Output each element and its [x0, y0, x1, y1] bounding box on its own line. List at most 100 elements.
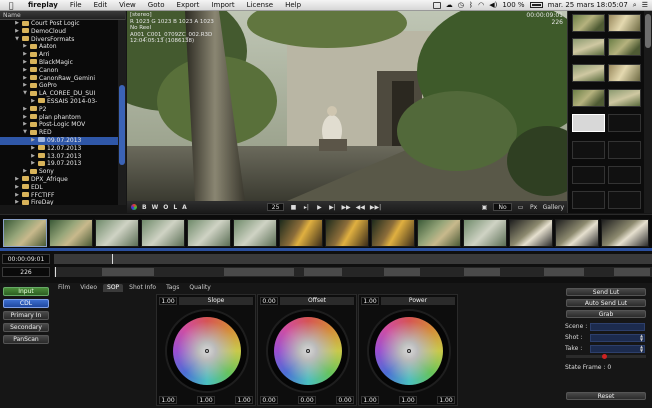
disclosure-open-icon[interactable]: ▼ [14, 36, 20, 44]
tree-item[interactable]: ▶ FireDay [0, 199, 118, 205]
gallery-scroll-thumb[interactable] [645, 14, 651, 48]
menu-export[interactable]: Export [171, 1, 206, 9]
tree-item[interactable]: ▶ P2 [0, 106, 118, 114]
lock-icon[interactable]: ▣ [480, 204, 488, 211]
gallery-thumb[interactable] [572, 64, 605, 82]
clock-status-icon[interactable]: ◷ [458, 1, 464, 9]
disclosure-closed-icon[interactable]: ▶ [14, 28, 20, 36]
send-lut-button[interactable]: Send Lut [566, 288, 646, 296]
browser-header[interactable]: Name [0, 11, 125, 20]
browser-scrollbar[interactable] [118, 20, 126, 205]
tab-tags[interactable]: Tags [162, 284, 183, 292]
gallery-thumb-empty[interactable] [608, 141, 641, 159]
disclosure-closed-icon[interactable]: ▶ [22, 75, 28, 83]
filmstrip[interactable] [0, 214, 652, 251]
panscan-button[interactable]: PanScan [3, 335, 49, 344]
tree-item[interactable]: ▶ 09.07.2013 [0, 136, 118, 145]
overlay-select[interactable]: No [493, 203, 512, 211]
filmstrip-frame[interactable] [325, 219, 369, 247]
disclosure-closed-icon[interactable]: ▶ [30, 137, 36, 145]
menu-edit[interactable]: Edit [88, 1, 114, 9]
tree-item[interactable]: ▶ Court Post Logic [0, 20, 118, 28]
filmstrip-frame[interactable] [509, 219, 553, 247]
image-viewer[interactable]: [stereo] R 1023 G 1023 B 1023 A 1023 No … [127, 11, 567, 201]
offset-g-value[interactable]: 0.00 [298, 396, 316, 404]
tree-item[interactable]: ▶ 19.07.2013 [0, 160, 118, 168]
gallery-thumb-empty[interactable] [608, 166, 641, 184]
volume-icon[interactable]: ◀) [489, 1, 497, 9]
power-g-value[interactable]: 1.00 [399, 396, 417, 404]
tab-film[interactable]: Film [54, 284, 74, 292]
tree-item[interactable]: ▶ plan phantom [0, 114, 118, 122]
playhead[interactable] [112, 254, 113, 264]
menu-license[interactable]: License [241, 1, 279, 9]
filmstrip-frame[interactable] [463, 219, 507, 247]
tray-icon[interactable] [432, 1, 441, 9]
disclosure-open-icon[interactable]: ▼ [22, 90, 28, 98]
filmstrip-frame[interactable] [417, 219, 461, 247]
filmstrip-frame[interactable] [95, 219, 139, 247]
take-field[interactable] [590, 345, 645, 353]
tab-quality[interactable]: Quality [185, 284, 214, 292]
fast-forward-icon[interactable]: ▶▶ [341, 204, 350, 211]
px-toggle[interactable]: Px [530, 204, 538, 211]
shot-stepper[interactable]: ▲ ▼ [640, 334, 643, 342]
wifi-icon[interactable]: ◠ [478, 1, 484, 9]
disclosure-closed-icon[interactable]: ▶ [14, 20, 20, 28]
filmstrip-frame[interactable] [3, 219, 47, 247]
grab-button[interactable]: Grab [566, 310, 646, 318]
menu-import[interactable]: Import [205, 1, 240, 9]
disclosure-closed-icon[interactable]: ▶ [22, 168, 28, 176]
disclosure-closed-icon[interactable]: ▶ [22, 43, 28, 51]
slope-r-value[interactable]: 1.00 [159, 396, 177, 404]
power-r-value[interactable]: 1.00 [361, 396, 379, 404]
disclosure-closed-icon[interactable]: ▶ [22, 121, 28, 129]
frame-field[interactable]: 226 [2, 267, 50, 277]
gallery-thumb[interactable] [572, 38, 605, 56]
gallery-thumb-empty[interactable] [608, 114, 641, 132]
gallery-button[interactable]: Gallery [543, 204, 567, 211]
channel-l[interactable]: L [173, 204, 177, 211]
tree-item[interactable]: ▶ BlackMagic [0, 59, 118, 67]
auto-send-lut-button[interactable]: Auto Send Lut [566, 299, 646, 307]
aspect-icon[interactable]: ▭ [517, 204, 525, 211]
list-icon[interactable]: ☰ [642, 1, 648, 9]
tree-item[interactable]: ▶ EDL [0, 184, 118, 192]
app-menu[interactable]: fireplay [22, 1, 64, 9]
slope-b-value[interactable]: 1.00 [235, 396, 253, 404]
input-button[interactable]: Input [3, 287, 49, 296]
rewind-icon[interactable]: ◀◀ [356, 204, 365, 211]
gallery-thumb[interactable] [608, 14, 641, 32]
filmstrip-frame[interactable] [49, 219, 93, 247]
disclosure-open-icon[interactable]: ▼ [22, 129, 28, 137]
gallery-thumb-empty[interactable] [572, 166, 605, 184]
gallery-thumb[interactable] [572, 14, 605, 32]
shot-field[interactable] [590, 334, 645, 342]
tree-item[interactable]: ▶ Aaton [0, 43, 118, 51]
power-b-value[interactable]: 1.00 [437, 396, 455, 404]
play-icon[interactable]: ▶ [315, 204, 323, 211]
disclosure-closed-icon[interactable]: ▶ [14, 176, 20, 184]
filmstrip-frame[interactable] [141, 219, 185, 247]
search-icon[interactable]: ⌕ [633, 1, 637, 10]
tree-item[interactable]: ▼ LA_COREE_DU_SUI [0, 90, 118, 98]
gallery-thumb[interactable] [608, 38, 641, 56]
take-stepper[interactable]: ▲ ▼ [640, 345, 643, 353]
tree-item[interactable]: ▶ ESSAIS 2014-03- [0, 98, 118, 106]
battery-icon[interactable] [529, 2, 543, 8]
menu-view[interactable]: View [113, 1, 142, 9]
disclosure-closed-icon[interactable]: ▶ [14, 192, 20, 200]
bluetooth-icon[interactable]: ᛒ [469, 1, 473, 9]
tree-item[interactable]: ▶ Canon [0, 67, 118, 75]
disclosure-closed-icon[interactable]: ▶ [22, 59, 28, 67]
state-slider-handle[interactable] [602, 354, 607, 359]
tree-item[interactable]: ▶ GoPro [0, 82, 118, 90]
menu-file[interactable]: File [64, 1, 88, 9]
filmstrip-frame[interactable] [279, 219, 323, 247]
tree-item[interactable]: ▶ 13.07.2013 [0, 153, 118, 161]
clip-track[interactable] [54, 267, 652, 277]
filmstrip-frame[interactable] [187, 219, 231, 247]
power-master-value[interactable]: 1.00 [361, 297, 379, 305]
channel-a[interactable]: A [182, 204, 187, 211]
next-icon[interactable]: ▶| [328, 204, 336, 211]
